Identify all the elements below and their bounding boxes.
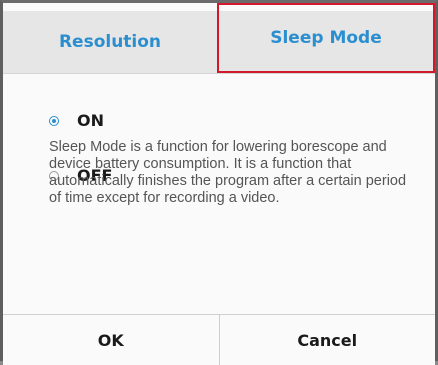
tab-sleep-mode-label: Sleep Mode [270,28,382,48]
radio-checked-icon[interactable] [49,115,59,126]
button-bar: OK Cancel [3,314,435,365]
option-on-label: ON [77,111,104,130]
cancel-button[interactable]: Cancel [218,315,436,365]
tab-resolution-label: Resolution [58,32,162,52]
option-on[interactable]: ON [49,111,104,130]
tab-sleep-mode[interactable]: Sleep Mode [217,3,435,73]
tab-bar: Resolution Sleep Mode [3,3,435,74]
sleep-mode-description: Sleep Mode is a function for lowering bo… [49,139,407,206]
cancel-button-label: Cancel [297,330,358,350]
sleep-mode-dialog: Resolution Sleep Mode ON OFF Sleep Mode … [0,0,438,365]
tab-resolution[interactable]: Resolution [3,11,217,73]
ok-button-label: OK [97,330,124,350]
ok-button[interactable]: OK [3,315,219,365]
